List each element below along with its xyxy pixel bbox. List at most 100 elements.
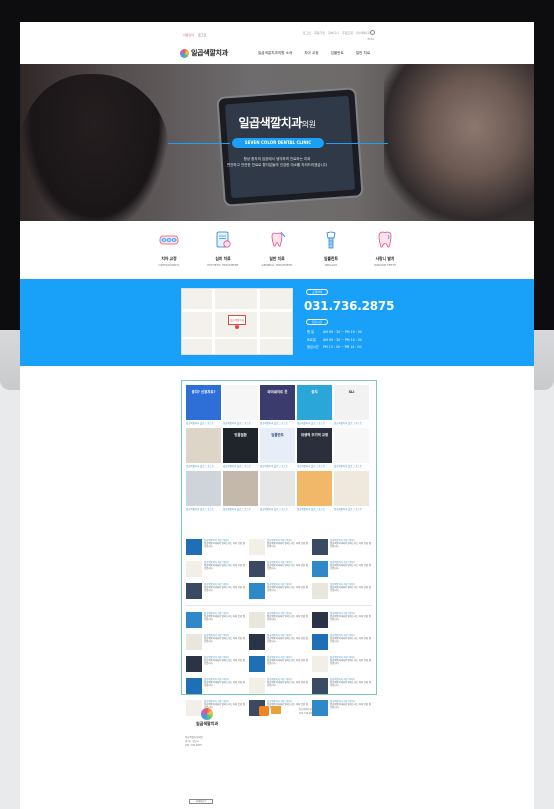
- blog-post-thumbnail[interactable]: [249, 539, 265, 555]
- blog-thumb-item[interactable]: 일곱색깔치과 블로그 포스트: [260, 471, 295, 511]
- blog-thumb-item[interactable]: 잇몸질환 일곱색깔치과 블로그 포스트: [223, 428, 258, 468]
- blog-thumb-item[interactable]: 충치 일곱색깔치과 블로그 포스트: [297, 385, 332, 425]
- blog-thumbnail[interactable]: [223, 385, 258, 420]
- blog-thumb-item[interactable]: 일곱색깔치과 블로그 포스트: [334, 428, 369, 468]
- search-icon[interactable]: [370, 30, 375, 35]
- util-link[interactable]: 장바구니: [328, 31, 339, 35]
- blog-post-item[interactable]: 일곱색깔치과 치료 이야기일곱색깔치과에서 알려드리는 치아 건강 정보입니다.: [312, 539, 372, 555]
- blog-thumb-item[interactable]: 일곱색깔치과 블로그 포스트: [297, 471, 332, 511]
- blog-post-thumbnail[interactable]: [249, 678, 265, 694]
- blog-thumb-item[interactable]: SLI 일곱색깔치과 블로그 포스트: [334, 385, 369, 425]
- blog-thumbnail[interactable]: 충치: [297, 385, 332, 420]
- blog-post-thumbnail[interactable]: [312, 583, 328, 599]
- blog-thumb-caption[interactable]: 일곱색깔치과 블로그 포스트: [186, 507, 221, 511]
- nav-item-intro[interactable]: 일곱색깔치과의원 소개: [258, 51, 292, 56]
- service-esthetic[interactable]: 심미 치료 ESTHETIC TREATMENT: [205, 230, 241, 279]
- blog-thumb-item[interactable]: 일곱색깔치과 블로그 포스트: [334, 471, 369, 511]
- blog-thumb-caption[interactable]: 일곱색깔치과 블로그 포스트: [297, 464, 332, 468]
- tel-number[interactable]: 031.736.2875: [304, 299, 394, 313]
- service-general[interactable]: 일반 치료 GENERAL TREATMENT: [259, 230, 295, 279]
- blog-thumbnail[interactable]: 임플란트: [260, 428, 295, 463]
- blog-thumbnail[interactable]: [297, 471, 332, 506]
- blog-post-thumbnail[interactable]: [249, 583, 265, 599]
- lang-link[interactable]: ENG: [368, 37, 374, 41]
- blog-post-item[interactable]: 일곱색깔치과 치료 이야기일곱색깔치과에서 알려드리는 치아 건강 정보입니다.: [312, 634, 372, 650]
- blog-thumbnail[interactable]: 잇몸질환: [223, 428, 258, 463]
- blog-post-item[interactable]: 일곱색깔치과 치료 이야기일곱색깔치과에서 알려드리는 치아 건강 정보입니다.: [249, 612, 309, 628]
- blog-post-thumbnail[interactable]: [312, 561, 328, 577]
- blog-thumb-item[interactable]: 위생적 주기적 교정 일곱색깔치과 블로그 포스트: [297, 428, 332, 468]
- blog-post-thumbnail[interactable]: [249, 634, 265, 650]
- nav-item-general[interactable]: 일반 치료: [356, 51, 370, 56]
- blog-post-item[interactable]: 일곱색깔치과 치료 이야기일곱색깔치과에서 알려드리는 치아 건강 정보입니다.: [249, 634, 309, 650]
- blog-thumb-item[interactable]: 일곱색깔치과 블로그 포스트: [223, 385, 258, 425]
- blog-post-item[interactable]: 일곱색깔치과 치료 이야기일곱색깔치과에서 알려드리는 치아 건강 정보입니다.: [186, 561, 246, 577]
- blog-thumb-caption[interactable]: 일곱색깔치과 블로그 포스트: [334, 464, 369, 468]
- service-wisdom[interactable]: 사랑니 발치 WISDOM TEETH: [367, 230, 403, 279]
- blog-post-thumbnail[interactable]: [186, 612, 202, 628]
- blog-thumbnail[interactable]: 위생적 주기적 교정: [297, 428, 332, 463]
- blog-post-item[interactable]: 일곱색깔치과 치료 이야기일곱색깔치과에서 알려드리는 치아 건강 정보입니다.: [186, 634, 246, 650]
- blog-post-thumbnail[interactable]: [249, 612, 265, 628]
- blog-thumb-item[interactable]: 일곱색깔치과 블로그 포스트: [186, 428, 221, 468]
- blog-thumbnail[interactable]: [260, 471, 295, 506]
- blog-thumb-caption[interactable]: 일곱색깔치과 블로그 포스트: [223, 507, 258, 511]
- blog-thumb-item[interactable]: 라미네이트 뭇 일곱색깔치과 블로그 포스트: [260, 385, 295, 425]
- blog-thumb-caption[interactable]: 일곱색깔치과 블로그 포스트: [223, 464, 258, 468]
- blog-thumb-caption[interactable]: 일곱색깔치과 블로그 포스트: [186, 464, 221, 468]
- blog-post-item[interactable]: 일곱색깔치과 치료 이야기일곱색깔치과에서 알려드리는 치아 건강 정보입니다.: [249, 678, 309, 694]
- blog-thumb-caption[interactable]: 일곱색깔치과 블로그 포스트: [334, 507, 369, 511]
- blog-thumbnail[interactable]: [223, 471, 258, 506]
- blog-post-thumbnail[interactable]: [312, 656, 328, 672]
- blog-post-item[interactable]: 일곱색깔치과 치료 이야기일곱색깔치과에서 알려드리는 치아 건강 정보입니다.: [186, 539, 246, 555]
- blog-thumbnail[interactable]: SLI: [334, 385, 369, 420]
- util-link[interactable]: 회원가입: [314, 31, 325, 35]
- blog-post-item[interactable]: 일곱색깔치과 치료 이야기일곱색깔치과에서 알려드리는 치아 건강 정보입니다.: [186, 612, 246, 628]
- util-link[interactable]: 로그인: [303, 31, 311, 35]
- blog-thumbnail[interactable]: 충치? 신경치료?: [186, 385, 221, 420]
- blog-post-thumbnail[interactable]: [312, 634, 328, 650]
- blog-thumbnail[interactable]: [186, 471, 221, 506]
- service-ortho[interactable]: 치아 교정 ORTHODONTIC: [151, 230, 187, 279]
- blog-thumb-caption[interactable]: 일곱색깔치과 블로그 포스트: [186, 421, 221, 425]
- blog-thumb-caption[interactable]: 일곱색깔치과 블로그 포스트: [297, 507, 332, 511]
- blog-thumb-item[interactable]: 일곱색깔치과 블로그 포스트: [186, 471, 221, 511]
- util-left-link[interactable]: 로그인: [198, 33, 206, 37]
- blog-post-thumbnail[interactable]: [249, 656, 265, 672]
- blog-post-thumbnail[interactable]: [186, 678, 202, 694]
- footer-more-button[interactable]: 자세히보기: [189, 799, 213, 804]
- blog-post-thumbnail[interactable]: [186, 583, 202, 599]
- blog-post-thumbnail[interactable]: [312, 612, 328, 628]
- blog-post-item[interactable]: 일곱색깔치과 치료 이야기일곱색깔치과에서 알려드리는 치아 건강 정보입니다.: [249, 656, 309, 672]
- blog-post-item[interactable]: 일곱색깔치과 치료 이야기일곱색깔치과에서 알려드리는 치아 건강 정보입니다.: [312, 612, 372, 628]
- blog-post-thumbnail[interactable]: [186, 561, 202, 577]
- site-logo[interactable]: 일곱색깔치과: [180, 48, 228, 58]
- blog-thumb-caption[interactable]: 일곱색깔치과 블로그 포스트: [260, 464, 295, 468]
- blog-post-item[interactable]: 일곱색깔치과 치료 이야기일곱색깔치과에서 알려드리는 치아 건강 정보입니다.: [312, 678, 372, 694]
- blog-post-item[interactable]: 일곱색깔치과 치료 이야기일곱색깔치과에서 알려드리는 치아 건강 정보입니다.: [312, 583, 372, 599]
- util-left-link[interactable]: 이용안내: [183, 33, 194, 37]
- blog-post-thumbnail[interactable]: [249, 561, 265, 577]
- blog-post-item[interactable]: 일곱색깔치과 치료 이야기일곱색깔치과에서 알려드리는 치아 건강 정보입니다.: [312, 561, 372, 577]
- blog-thumbnail[interactable]: 라미네이트 뭇: [260, 385, 295, 420]
- blog-post-thumbnail[interactable]: [312, 678, 328, 694]
- blog-post-thumbnail[interactable]: [186, 634, 202, 650]
- blog-post-item[interactable]: 일곱색깔치과 치료 이야기일곱색깔치과에서 알려드리는 치아 건강 정보입니다.: [186, 583, 246, 599]
- blog-post-item[interactable]: 일곱색깔치과 치료 이야기일곱색깔치과에서 알려드리는 치아 건강 정보입니다.: [249, 539, 309, 555]
- nav-item-implant[interactable]: 임플란트: [331, 51, 344, 56]
- blog-post-item[interactable]: 일곱색깔치과 치료 이야기일곱색깔치과에서 알려드리는 치아 건강 정보입니다.: [249, 561, 309, 577]
- nav-item-ortho[interactable]: 치아 교정: [304, 51, 318, 56]
- rss-icon[interactable]: [259, 706, 269, 716]
- blog-thumb-caption[interactable]: 일곱색깔치과 블로그 포스트: [260, 507, 295, 511]
- blog-thumb-item[interactable]: 임플란트 일곱색깔치과 블로그 포스트: [260, 428, 295, 468]
- blog-post-thumbnail[interactable]: [312, 539, 328, 555]
- util-link[interactable]: 주문조회: [342, 31, 353, 35]
- blog-thumb-item[interactable]: 일곱색깔치과 블로그 포스트: [223, 471, 258, 511]
- blog-post-thumbnail[interactable]: [186, 656, 202, 672]
- blog-thumbnail[interactable]: [334, 471, 369, 506]
- blog-thumb-caption[interactable]: 일곱색깔치과 블로그 포스트: [223, 421, 258, 425]
- blog-thumb-caption[interactable]: 일곱색깔치과 블로그 포스트: [260, 421, 295, 425]
- blog-thumb-caption[interactable]: 일곱색깔치과 블로그 포스트: [297, 421, 332, 425]
- blog-post-item[interactable]: 일곱색깔치과 치료 이야기일곱색깔치과에서 알려드리는 치아 건강 정보입니다.: [312, 656, 372, 672]
- blog-post-item[interactable]: 일곱색깔치과 치료 이야기일곱색깔치과에서 알려드리는 치아 건강 정보입니다.: [249, 583, 309, 599]
